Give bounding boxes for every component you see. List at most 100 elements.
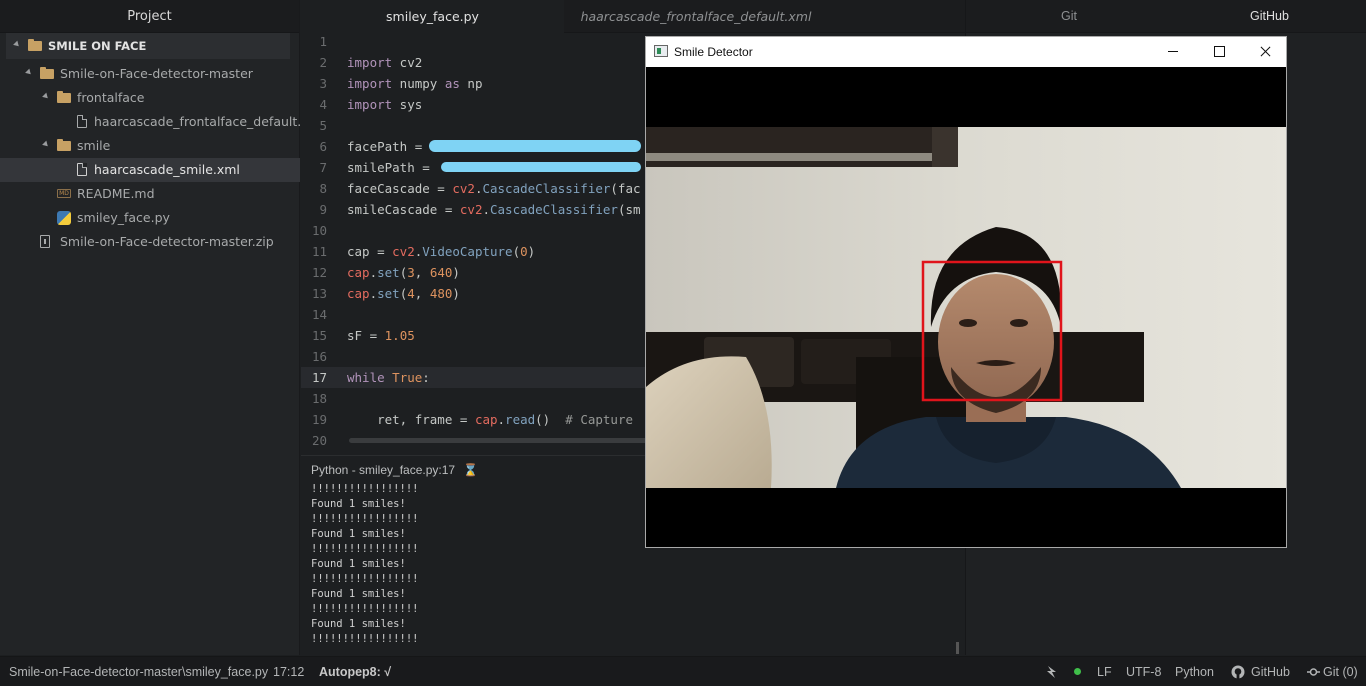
markdown-icon: MD — [57, 189, 71, 198]
code-line: cap = cv2.VideoCapture(0) — [347, 244, 535, 259]
zip-icon — [40, 235, 50, 248]
tree-item-smile-xml[interactable]: haarcascade_smile.xml — [0, 158, 300, 182]
tree-root[interactable]: SMILE ON FACE — [6, 33, 290, 59]
code-line: cap.set(3, 640) — [347, 265, 460, 280]
code-module: cv2 — [392, 244, 415, 259]
maximize-button[interactable] — [1196, 37, 1242, 67]
expand-arrow-icon[interactable] — [13, 40, 21, 49]
code-number: 1.05 — [384, 328, 415, 343]
code-module: cv2 — [459, 202, 483, 217]
tab-git[interactable]: Git — [1061, 0, 1077, 33]
line-number: 19 — [311, 412, 327, 427]
code-number: 3 — [407, 265, 415, 280]
status-encoding[interactable]: UTF-8 — [1126, 657, 1161, 686]
line-number: 1 — [319, 34, 327, 49]
code-keyword: import — [347, 55, 393, 70]
smile-detector-window[interactable]: Smile Detector — [645, 36, 1287, 548]
status-file-path[interactable]: Smile-on-Face-detector-master\smiley_fac… — [9, 657, 268, 686]
console-title: Python - smiley_face.py:17 — [311, 463, 456, 477]
sync-arrows-icon[interactable] — [1046, 665, 1058, 682]
line-number: 4 — [319, 97, 327, 112]
status-github[interactable]: GitHub — [1251, 657, 1290, 686]
code-text: ( — [512, 244, 521, 259]
status-line-ending[interactable]: LF — [1097, 657, 1112, 686]
tree-item-label: smile — [77, 138, 111, 153]
line-number: 7 — [319, 160, 327, 175]
github-icon[interactable] — [1231, 665, 1245, 682]
tree-item-project-folder[interactable]: Smile-on-Face-detector-master — [0, 62, 300, 86]
code-text: sys — [392, 97, 423, 112]
code-text: (sm — [617, 202, 641, 217]
code-text: smilePath = — [347, 160, 438, 175]
line-number: 10 — [311, 223, 327, 238]
code-text: . — [482, 202, 490, 217]
code-function: VideoCapture — [422, 244, 513, 259]
code-keyword: import — [347, 76, 393, 91]
line-number: 11 — [311, 244, 327, 259]
tree-item-frontalface-xml[interactable]: haarcascade_frontalface_default.xml — [0, 110, 324, 134]
folder-icon — [28, 39, 42, 51]
code-text: : — [422, 370, 430, 385]
tree-item-zip[interactable]: Smile-on-Face-detector-master.zip — [0, 230, 300, 254]
tree-item-smiley-face-py[interactable]: smiley_face.py — [0, 206, 300, 230]
expand-arrow-icon[interactable] — [42, 140, 50, 149]
tab-frontalface-xml[interactable]: haarcascade_frontalface_default.xml — [565, 0, 827, 33]
console-scrollbar[interactable] — [956, 642, 959, 654]
code-line: import sys — [347, 97, 422, 112]
code-object: cap — [474, 412, 498, 427]
code-text: ret, frame = — [347, 412, 475, 427]
minimize-button[interactable] — [1150, 37, 1196, 67]
tree-item-frontalface-folder[interactable]: frontalface — [0, 86, 300, 110]
console-line: !!!!!!!!!!!!!!!!! — [311, 513, 419, 525]
code-comment: # Capture — [550, 412, 634, 427]
window-title-bar[interactable]: Smile Detector — [646, 37, 1286, 67]
code-text: () — [535, 412, 551, 427]
editor-horizontal-scrollbar[interactable] — [349, 438, 649, 443]
line-number: 9 — [319, 202, 327, 217]
git-branch-icon[interactable] — [1307, 666, 1320, 680]
redaction-scribble — [429, 140, 641, 152]
close-button[interactable] — [1242, 37, 1288, 67]
code-line: import cv2 — [347, 55, 422, 70]
status-cursor-position[interactable]: 17:12 — [273, 657, 304, 686]
tab-github[interactable]: GitHub — [1250, 0, 1289, 33]
code-text: facePath = — [347, 139, 430, 154]
tree-item-label: README.md — [77, 186, 155, 201]
code-number: 0 — [520, 244, 528, 259]
status-grammar[interactable]: Python — [1175, 657, 1214, 686]
tree-item-smile-folder[interactable]: smile — [0, 134, 300, 158]
code-text: cap = — [347, 244, 393, 259]
status-autopep8[interactable]: Autopep8: √ — [319, 657, 391, 686]
code-text: sF = — [347, 328, 385, 343]
tree-view-header[interactable]: Project — [0, 0, 299, 33]
code-line: ret, frame = cap.read() # Capture — [347, 412, 633, 427]
console-line: Found 1 smiles! — [311, 528, 406, 540]
window-title: Smile Detector — [674, 45, 753, 59]
code-text: . — [497, 412, 506, 427]
code-line: while True: — [347, 370, 430, 385]
expand-arrow-icon[interactable] — [25, 68, 33, 77]
console-line: !!!!!!!!!!!!!!!!! — [311, 603, 419, 615]
expand-arrow-icon[interactable] — [42, 92, 50, 101]
line-number: 6 — [319, 139, 327, 154]
console-line: !!!!!!!!!!!!!!!!! — [311, 543, 419, 555]
code-line: facePath = — [347, 139, 430, 154]
code-text: ) — [452, 286, 460, 301]
code-function: set — [377, 286, 400, 301]
line-number: 16 — [311, 349, 327, 364]
code-line: import numpy as np — [347, 76, 482, 91]
redaction-scribble — [441, 162, 641, 172]
tree-item-readme[interactable]: MD README.md — [0, 182, 300, 206]
code-object: cap — [347, 286, 370, 301]
code-module: cv2 — [452, 181, 475, 196]
code-line: smilePath = — [347, 160, 437, 175]
console-line: Found 1 smiles! — [311, 588, 406, 600]
code-text: np — [459, 76, 483, 91]
code-function: set — [377, 265, 400, 280]
console-line: Found 1 smiles! — [311, 558, 406, 570]
line-number: 3 — [319, 76, 327, 91]
status-git[interactable]: Git (0) — [1323, 657, 1358, 686]
folder-icon — [40, 67, 54, 79]
tab-smiley-face-py[interactable]: smiley_face.py — [301, 0, 564, 33]
tree-item-label: Smile-on-Face-detector-master — [60, 66, 253, 81]
